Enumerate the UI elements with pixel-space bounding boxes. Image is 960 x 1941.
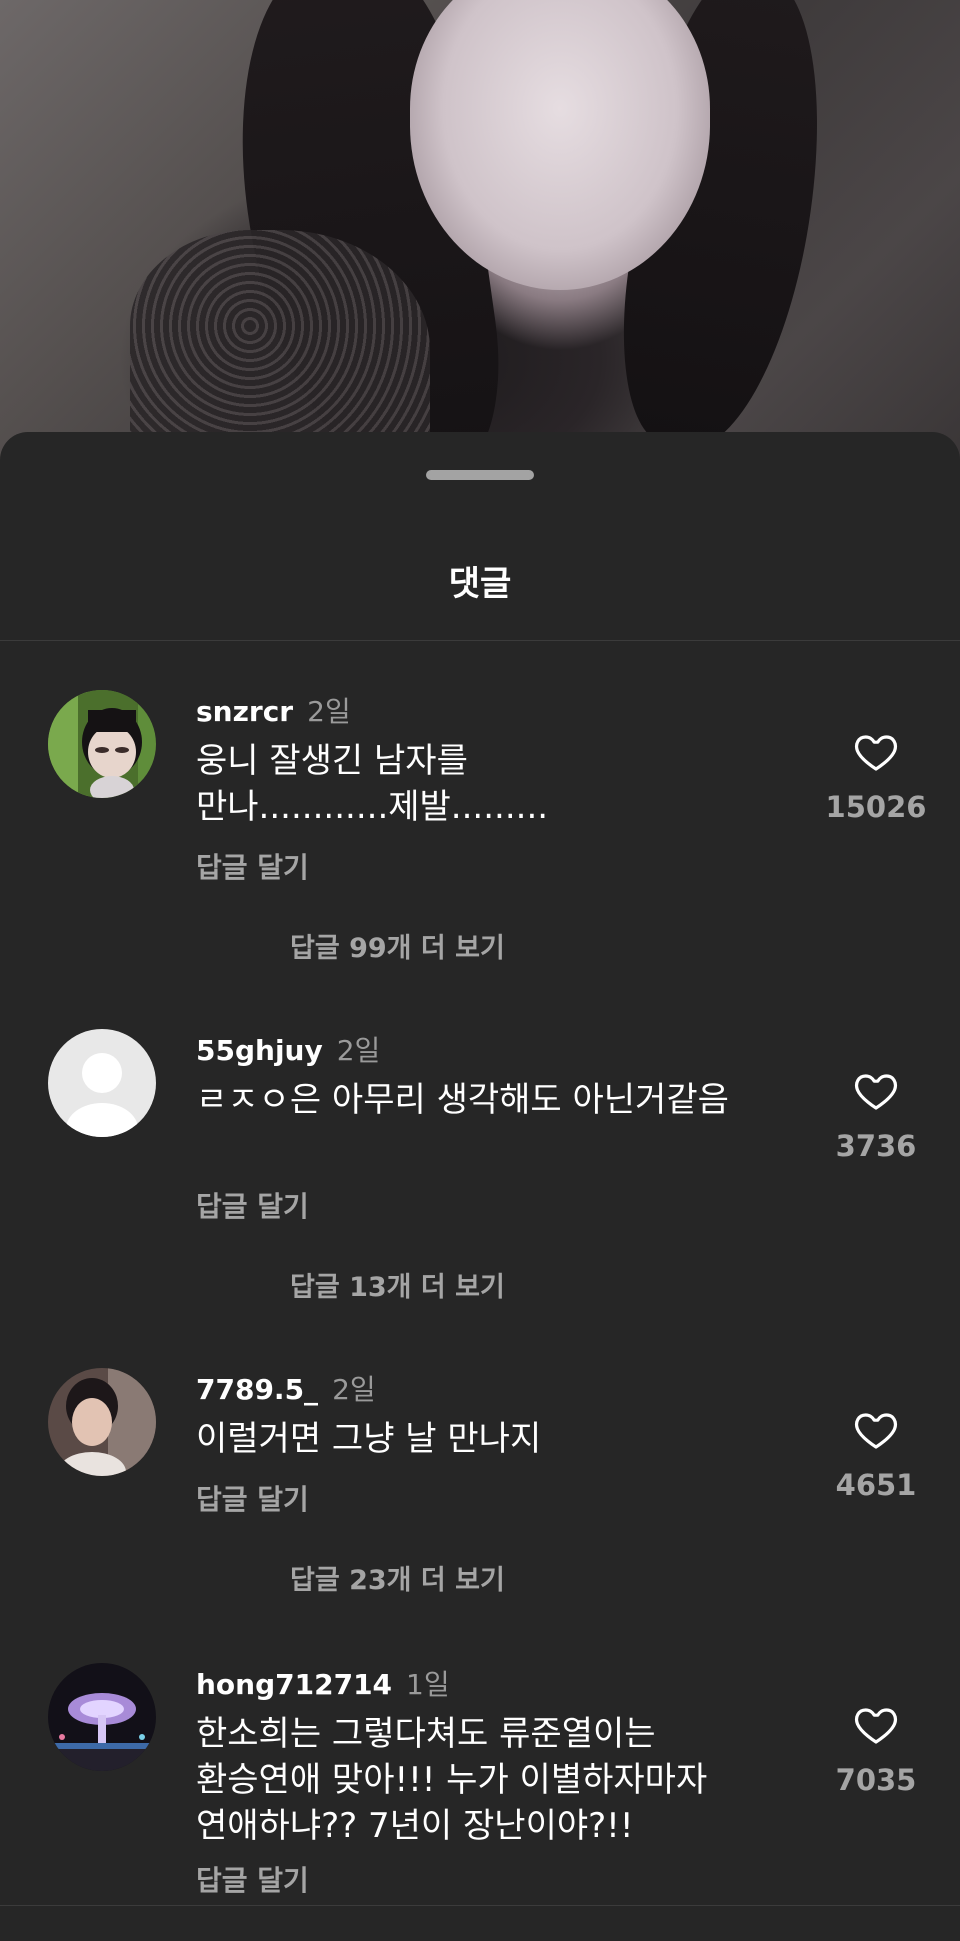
- view-more-replies[interactable]: 답글 13개 더 보기: [290, 1265, 505, 1304]
- comment-item: hong712714 1일 한소희는 그렇다쳐도 류준열이는 환승연애 맞아!!!…: [0, 1663, 960, 1905]
- photo-lace-top: [130, 230, 430, 460]
- comment-text-line: ㄹㅈㅇ은 아무리 생각해도 아닌거같음: [196, 1080, 729, 1120]
- like-count: 3736: [835, 1129, 917, 1163]
- default-avatar-icon: [48, 1029, 156, 1137]
- comment-time: 1일: [406, 1668, 450, 1701]
- comment-text-line: 연애하냐?? 7년이 장난이야?!!: [196, 1806, 634, 1846]
- header-divider: [0, 640, 960, 641]
- reply-button[interactable]: 답글 달기: [196, 1185, 309, 1225]
- comment-text-line: ㅜㅜ: [196, 1123, 816, 1137]
- comment-text: 웅니 잘생긴 남자를 만나............제발.........: [196, 738, 796, 830]
- like-count: 15026: [825, 790, 927, 824]
- like-count: 4651: [835, 1468, 917, 1502]
- comment-meta: 7789.5_ 2일: [196, 1372, 376, 1408]
- view-more-replies[interactable]: 답글 23개 더 보기: [290, 1558, 505, 1597]
- comment-text: ㄹㅈㅇ은 아무리 생각해도 아닌거같음 ㅜㅜ: [196, 1077, 816, 1137]
- reply-button[interactable]: 답글 달기: [196, 1859, 309, 1899]
- mushroom-light-avatar-icon: [48, 1663, 156, 1771]
- doll-avatar-icon: [48, 690, 156, 798]
- comment-username[interactable]: 7789.5_: [196, 1373, 318, 1406]
- video-background-photo[interactable]: [0, 0, 960, 460]
- comment-text-line: 한소희는 그렇다쳐도 류준열이는: [196, 1714, 656, 1754]
- reply-button[interactable]: 답글 달기: [196, 1478, 309, 1518]
- heart-outline-icon[interactable]: [852, 1406, 900, 1454]
- comment-meta: 55ghjuy 2일: [196, 1033, 380, 1069]
- avatar[interactable]: [48, 1663, 156, 1771]
- comment-text-line: 만나............제발.........: [196, 787, 549, 827]
- comment-username[interactable]: hong712714: [196, 1668, 392, 1701]
- comment-item: snzrcr 2일 웅니 잘생긴 남자를 만나............제발....…: [0, 690, 960, 964]
- sheet-drag-handle[interactable]: [426, 470, 534, 480]
- view-more-replies[interactable]: 답글 99개 더 보기: [290, 926, 505, 965]
- comment-text-line: 이럴거면 그냥 날 만나지: [196, 1419, 542, 1459]
- comment-text-line: 웅니 잘생긴 남자를: [196, 741, 468, 781]
- comment-meta: snzrcr 2일: [196, 694, 351, 730]
- bottom-divider: [0, 1905, 960, 1906]
- comment-text: 한소희는 그렇다쳐도 류준열이는 환승연애 맞아!!! 누가 이별하자마자 연애…: [196, 1711, 796, 1849]
- comment-meta: hong712714 1일: [196, 1667, 450, 1703]
- like-count: 7035: [835, 1763, 917, 1797]
- heart-outline-icon[interactable]: [852, 1701, 900, 1749]
- sheet-title: 댓글: [448, 564, 512, 604]
- avatar[interactable]: [48, 1029, 156, 1137]
- comment-item: 7789.5_ 2일 이럴거면 그냥 날 만나지 답글 달기 답글 23개 더 보…: [0, 1368, 960, 1596]
- avatar[interactable]: [48, 690, 156, 798]
- comment-text-line: 환승연애 맞아!!! 누가 이별하자마자: [196, 1760, 708, 1800]
- heart-outline-icon[interactable]: [852, 728, 900, 776]
- comment-time: 2일: [332, 1373, 376, 1406]
- comment-username[interactable]: snzrcr: [196, 695, 293, 728]
- photo-avatar-icon: [48, 1368, 156, 1476]
- comment-time: 2일: [336, 1034, 381, 1067]
- comment-time: 2일: [307, 695, 351, 728]
- comment-text: 이럴거면 그냥 날 만나지: [196, 1416, 796, 1462]
- comment-item: 55ghjuy 2일 ㄹㅈㅇ은 아무리 생각해도 아닌거같음 ㅜㅜ 답글 달기 답…: [0, 1029, 960, 1303]
- reply-button[interactable]: 답글 달기: [196, 846, 309, 886]
- heart-outline-icon[interactable]: [852, 1067, 900, 1115]
- comment-username[interactable]: 55ghjuy: [196, 1034, 323, 1067]
- avatar[interactable]: [48, 1368, 156, 1476]
